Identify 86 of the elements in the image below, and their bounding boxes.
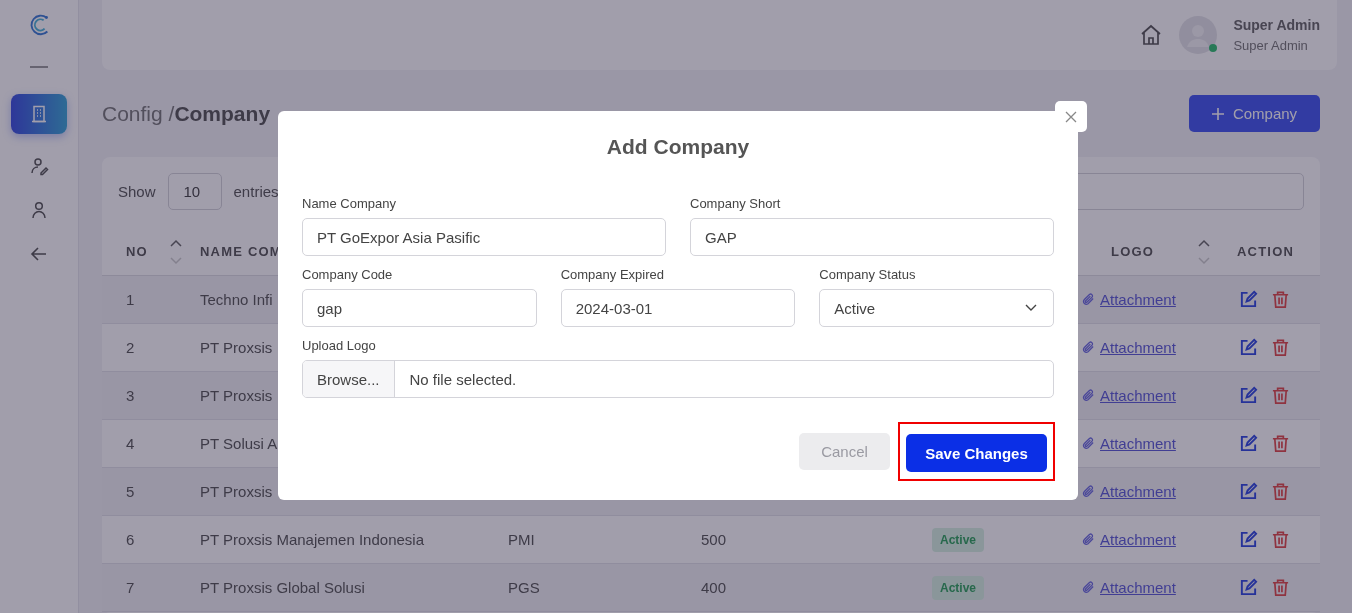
table-cell: PT Proxsis Manajemen Indonesia — [200, 531, 424, 548]
edit-icon[interactable] — [1239, 434, 1258, 453]
building-icon — [29, 104, 49, 124]
table-cell: Techno Infi — [200, 291, 273, 308]
divider-line — [30, 66, 48, 68]
close-icon — [1065, 110, 1077, 123]
edit-icon[interactable] — [1239, 578, 1258, 597]
input-field[interactable]: PT GoExpor Asia Pasific — [302, 218, 666, 256]
delete-icon[interactable] — [1271, 338, 1290, 357]
table-cell: 1 — [126, 291, 135, 308]
entries-label: entries — [233, 183, 279, 200]
save-changes-button[interactable]: Save Changes — [906, 434, 1047, 472]
edit-icon[interactable] — [1239, 338, 1258, 357]
user-silhouette-icon — [1179, 16, 1218, 54]
table-cell: PT Proxsis — [200, 387, 273, 404]
sort-icon[interactable] — [1198, 238, 1211, 265]
attachment-link[interactable]: Attachment — [1100, 435, 1176, 452]
column-header: NO — [126, 244, 148, 259]
edit-icon[interactable] — [1239, 386, 1258, 405]
table-cell: 6 — [126, 531, 135, 548]
plus-icon — [1211, 107, 1224, 120]
attachment-link[interactable]: Attachment — [1100, 531, 1176, 548]
paperclip-icon — [1082, 389, 1095, 402]
table-cell: 5 — [126, 483, 135, 500]
attachment-link[interactable]: Attachment — [1100, 483, 1176, 500]
paperclip-icon — [1082, 293, 1095, 306]
table-cell: 3 — [126, 387, 135, 404]
table-cell: PT Proxsis Global Solusi — [200, 579, 365, 596]
paperclip-icon — [1082, 341, 1095, 354]
table-cell: 400 — [701, 579, 727, 596]
chevron-down-icon — [1025, 304, 1037, 312]
input-field[interactable]: GAP — [690, 218, 1054, 256]
table-cell: PT Solusi A — [200, 435, 278, 452]
table-cell: PMI — [508, 531, 535, 548]
attachment-link[interactable]: Attachment — [1100, 579, 1176, 596]
field-label: Name Company — [302, 196, 397, 212]
page-size-field[interactable]: 10 — [167, 173, 222, 210]
delete-icon[interactable] — [1271, 290, 1290, 309]
delete-icon[interactable] — [1271, 578, 1290, 597]
file-input[interactable]: Browse... No file selected. — [302, 360, 1054, 398]
user-name: Super Admin — [1233, 17, 1320, 33]
paperclip-icon — [1082, 581, 1095, 594]
edit-icon[interactable] — [1239, 482, 1258, 501]
column-header: LOGO — [1111, 244, 1155, 259]
dialog-title: Add Company — [605, 134, 751, 160]
attachment-link[interactable]: Attachment — [1100, 387, 1176, 404]
edit-icon[interactable] — [1239, 530, 1258, 549]
table-cell: PT Proxsis — [200, 483, 273, 500]
add-company-button[interactable]: Company — [1189, 95, 1320, 132]
delete-icon[interactable] — [1271, 482, 1290, 501]
field-label: Company Short — [690, 196, 782, 212]
input-field[interactable]: 2024-03-01 — [560, 289, 796, 327]
field-label: Company Expired — [560, 267, 665, 283]
avatar[interactable] — [1179, 16, 1218, 54]
status-badge: Active — [932, 527, 985, 552]
field-label: Company Code — [302, 267, 394, 283]
table-cell: 4 — [126, 435, 135, 452]
table-cell: 500 — [701, 531, 727, 548]
column-header: ACTION — [1237, 244, 1295, 259]
show-label: Show — [118, 183, 156, 200]
paperclip-icon — [1082, 533, 1095, 546]
delete-icon[interactable] — [1271, 530, 1290, 549]
sidebar-item[interactable] — [11, 94, 67, 134]
delete-icon[interactable] — [1271, 434, 1290, 453]
status-badge: Active — [932, 575, 985, 600]
paperclip-icon — [1082, 437, 1095, 450]
browse-button[interactable]: Browse... — [303, 361, 395, 397]
table-cell: 2 — [126, 339, 135, 356]
sort-icon[interactable] — [169, 238, 182, 265]
table-cell: PT Proxsis — [200, 339, 273, 356]
table-cell: PGS — [508, 579, 540, 596]
user-edit-icon — [29, 156, 49, 176]
field-label: Upload Logo — [302, 338, 377, 354]
attachment-link[interactable]: Attachment — [1100, 291, 1176, 308]
table-cell: 7 — [126, 579, 135, 596]
user-role: Super Admin — [1233, 38, 1309, 53]
status-select[interactable]: Active — [819, 289, 1054, 327]
input-field[interactable]: gap — [302, 289, 537, 327]
edit-icon[interactable] — [1239, 290, 1258, 309]
field-label: Company Status — [819, 267, 917, 283]
paperclip-icon — [1082, 485, 1095, 498]
user-icon — [29, 200, 49, 220]
attachment-link[interactable]: Attachment — [1100, 339, 1176, 356]
delete-icon[interactable] — [1271, 386, 1290, 405]
breadcrumb: Config /Company — [102, 101, 271, 126]
file-status: No file selected. — [408, 370, 517, 388]
